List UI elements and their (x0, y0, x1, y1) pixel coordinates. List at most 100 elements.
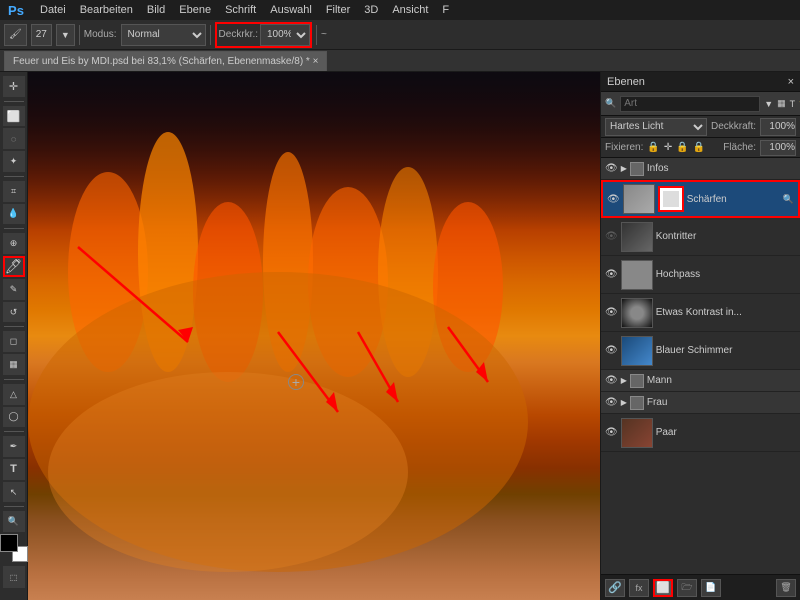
magic-wand-tool[interactable]: ✦ (3, 151, 25, 172)
eye-schaerfen[interactable]: 👁 (607, 194, 620, 205)
layer-name-mann: Mann (647, 375, 796, 386)
size-display[interactable]: 27 (31, 24, 52, 46)
fixieren-label: Fixieren: (605, 142, 643, 153)
deckkraft-label: Deckrkr.: (217, 29, 260, 40)
fix-btn2[interactable]: ✛ (664, 142, 672, 153)
path-select-tool[interactable]: ↖ (3, 482, 25, 503)
history-brush-tool[interactable]: ↺ (3, 302, 25, 323)
clone-tool[interactable]: ✎ (3, 279, 25, 300)
layer-row-hochpass[interactable]: 👁 Hochpass (601, 256, 800, 294)
menu-filter[interactable]: Filter (320, 2, 356, 18)
layer-name-kontritter: Kontritter (656, 231, 796, 242)
eye-infos[interactable]: 👁 (605, 163, 618, 174)
layer-row-paar[interactable]: 👁 Paar (601, 414, 800, 452)
size-button[interactable]: ▼ (56, 24, 75, 46)
canvas-area[interactable] (28, 72, 600, 600)
layer-kind-icon1[interactable]: ▦ (777, 98, 786, 109)
opacity-input[interactable] (760, 118, 796, 136)
layer-row-blauer-schimmer[interactable]: 👁 Blauer Schimmer (601, 332, 800, 370)
layer-row-kontritter[interactable]: 👁 Kontritter (601, 218, 800, 256)
deckkraft-select[interactable]: 100% 75% 50% (260, 24, 310, 46)
triangle-infos: ▶ (621, 164, 627, 173)
menu-datei[interactable]: Datei (34, 2, 72, 18)
foreground-color[interactable] (0, 534, 18, 552)
brush-icon: 🖌 (9, 29, 22, 40)
separator2 (210, 25, 211, 45)
eye-kontritter[interactable]: 👁 (605, 231, 618, 242)
eyedropper-tool[interactable]: 💧 (3, 204, 25, 225)
move-tool[interactable]: ✛ (3, 76, 25, 97)
flaeche-row: Fixieren: 🔒 ✛ 🔒 🔒 Fläche: (601, 138, 800, 158)
eye-hochpass[interactable]: 👁 (605, 269, 618, 280)
layer-name-schaerfen: Schärfen (687, 194, 780, 205)
document-tab[interactable]: Feuer und Eis by MDI.psd bei 83,1% (Schä… (4, 51, 327, 71)
layer-group-frau[interactable]: 👁 ▶ Frau (601, 392, 800, 414)
gradient-tool[interactable]: ▦ (3, 354, 25, 375)
pen-tool[interactable]: ✒ (3, 436, 25, 457)
eye-blauer-schimmer[interactable]: 👁 (605, 345, 618, 356)
crop-tool[interactable]: ⌗ (3, 181, 25, 202)
fire-image (28, 72, 600, 600)
fx-button[interactable]: fx (629, 579, 649, 597)
opacity-label: Deckkraft: (711, 121, 756, 132)
eye-mann[interactable]: 👁 (605, 375, 618, 386)
new-layer-button[interactable]: 📄 (701, 579, 721, 597)
toolbar-top: 🖌 27 ▼ Modus: Normal Multiplizieren Hart… (0, 20, 800, 50)
layer-name-etwas-kontrast: Etwas Kontrast in... (656, 307, 796, 318)
menu-schrift[interactable]: Schrift (219, 2, 262, 18)
modus-select[interactable]: Normal Multiplizieren Hartes Licht (121, 24, 206, 46)
layers-panel-close[interactable]: × (788, 76, 794, 88)
fix-btn3[interactable]: 🔒 (676, 142, 688, 153)
eraser-tool[interactable]: ◻ (3, 331, 25, 352)
fix-btn1[interactable]: 🔒 (647, 142, 659, 153)
flaeche-input[interactable] (760, 140, 796, 156)
tool-sep6 (4, 431, 24, 432)
dodge-tool[interactable]: ◯ (3, 407, 25, 428)
add-mask-button[interactable]: ⬜ (653, 579, 673, 597)
new-group-button[interactable]: 🗁 (677, 579, 697, 597)
layers-list: 👁 ▶ Infos 👁 Schärfen 🔍 👁 (601, 158, 800, 574)
menu-3d[interactable]: 3D (358, 2, 384, 18)
layer-kind-icon2[interactable]: T (790, 99, 796, 109)
eye-paar[interactable]: 👁 (605, 427, 618, 438)
menu-bearbeiten[interactable]: Bearbeiten (74, 2, 139, 18)
layers-search-input[interactable] (620, 96, 760, 112)
triangle-mann: ▶ (621, 376, 627, 385)
quick-mask-tool[interactable]: ⬚ (3, 566, 25, 588)
eye-frau[interactable]: 👁 (605, 397, 618, 408)
link-button[interactable]: 🔗 (605, 579, 625, 597)
layer-group-infos[interactable]: 👁 ▶ Infos (601, 158, 800, 180)
menu-ebene[interactable]: Ebene (173, 2, 217, 18)
delete-layer-button[interactable]: 🗑 (776, 579, 796, 597)
tool-sep1 (4, 101, 24, 102)
search-filter-icon[interactable]: ▼ (764, 99, 773, 109)
tool-sep2 (4, 176, 24, 177)
layer-extra-icon: 🔍 (783, 194, 794, 205)
menu-ansicht[interactable]: Ansicht (386, 2, 434, 18)
layer-row-etwas-kontrast[interactable]: 👁 Etwas Kontrast in... (601, 294, 800, 332)
layer-group-mann[interactable]: 👁 ▶ Mann (601, 370, 800, 392)
brush-tool-options[interactable]: 🖌 (4, 24, 27, 46)
menu-bild[interactable]: Bild (141, 2, 171, 18)
layer-thumb-hochpass (621, 260, 653, 290)
layer-name-frau: Frau (647, 397, 796, 408)
blend-mode-select[interactable]: Hartes Licht Normal Multiplizieren (605, 118, 707, 136)
blur-tool[interactable]: △ (3, 384, 25, 405)
zoom-tool[interactable]: 🔍 (3, 511, 25, 532)
fix-btn4[interactable]: 🔒 (693, 142, 705, 153)
layer-mask-schaerfen[interactable] (658, 186, 684, 212)
menu-auswahl[interactable]: Auswahl (264, 2, 318, 18)
cursor-crosshair (288, 374, 304, 390)
layer-thumb-blauer-schimmer (621, 336, 653, 366)
select-rect-tool[interactable]: ⬜ (3, 106, 25, 127)
lasso-tool[interactable]: ◌ (3, 128, 25, 149)
tab-bar: Feuer und Eis by MDI.psd bei 83,1% (Schä… (0, 50, 800, 72)
eye-etwas-kontrast[interactable]: 👁 (605, 307, 618, 318)
brush-tool[interactable]: 🖊 (3, 256, 25, 277)
menu-f[interactable]: F (436, 2, 455, 18)
layer-row-schaerfen[interactable]: 👁 Schärfen 🔍 (601, 180, 800, 218)
layers-search-row: 🔍 ▼ ▦ T ⭐ (601, 92, 800, 116)
deckkraft-group: Deckrkr.: 100% 75% 50% (215, 22, 312, 48)
text-tool[interactable]: T (3, 459, 25, 480)
heal-tool[interactable]: ⊕ (3, 233, 25, 254)
